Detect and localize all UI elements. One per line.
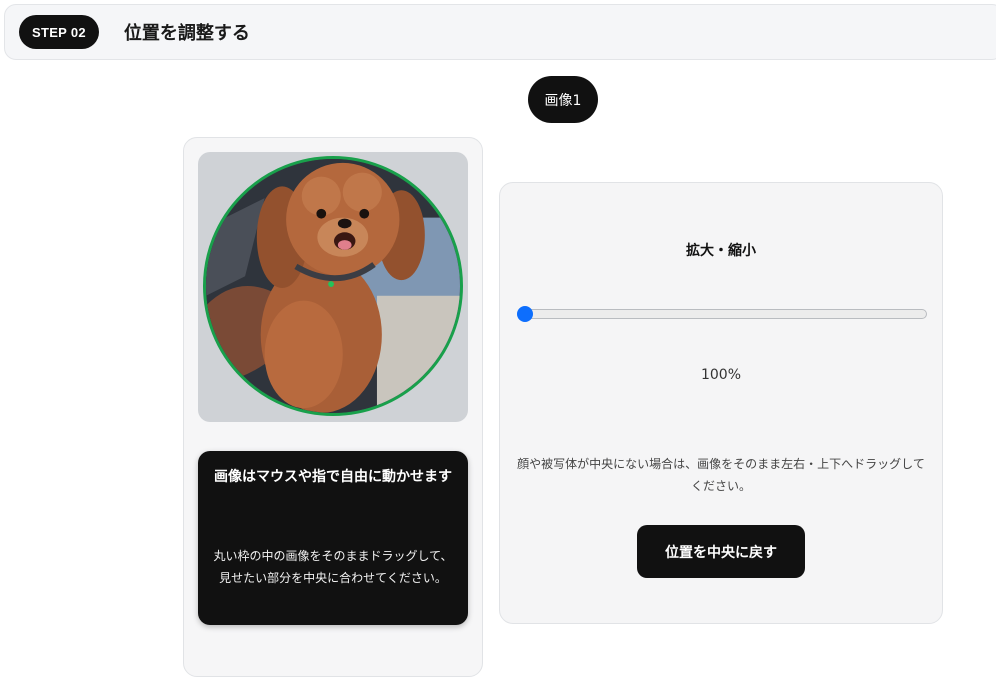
zoom-title: 拡大・縮小 xyxy=(686,243,756,259)
dog-photo[interactable] xyxy=(206,159,460,413)
zoom-slider-thumb[interactable] xyxy=(517,306,533,322)
drag-hint-box: 画像はマウスや指で自由に動かせます 丸い枠の中の画像をそのままドラッグして、見せ… xyxy=(198,451,468,625)
zoom-panel: 拡大・縮小 100% 顔や被写体が中央にない場合は、画像をそのまま左右・上下へド… xyxy=(499,182,943,624)
reset-center-button[interactable]: 位置を中央に戻す xyxy=(637,525,805,578)
hint-body: 丸い枠の中の画像をそのままドラッグして、見せたい部分を中央に合わせてください。 xyxy=(213,549,453,585)
hint-title: 画像はマウスや指で自由に動かせます xyxy=(214,469,452,485)
crop-circle[interactable] xyxy=(203,156,463,416)
step-badge: STEP 02 xyxy=(19,15,99,49)
step-title: 位置を調整する xyxy=(123,23,250,44)
image-tab-1[interactable]: 画像1 xyxy=(528,76,598,123)
step-header: STEP 02 位置を調整する xyxy=(4,4,996,60)
zoom-slider[interactable] xyxy=(517,306,927,322)
zoom-value: 100% xyxy=(700,367,742,383)
drag-instructions: 顔や被写体が中央にない場合は、画像をそのまま左右・上下へドラッグしてください。 xyxy=(517,457,925,493)
crop-area[interactable] xyxy=(198,152,468,422)
